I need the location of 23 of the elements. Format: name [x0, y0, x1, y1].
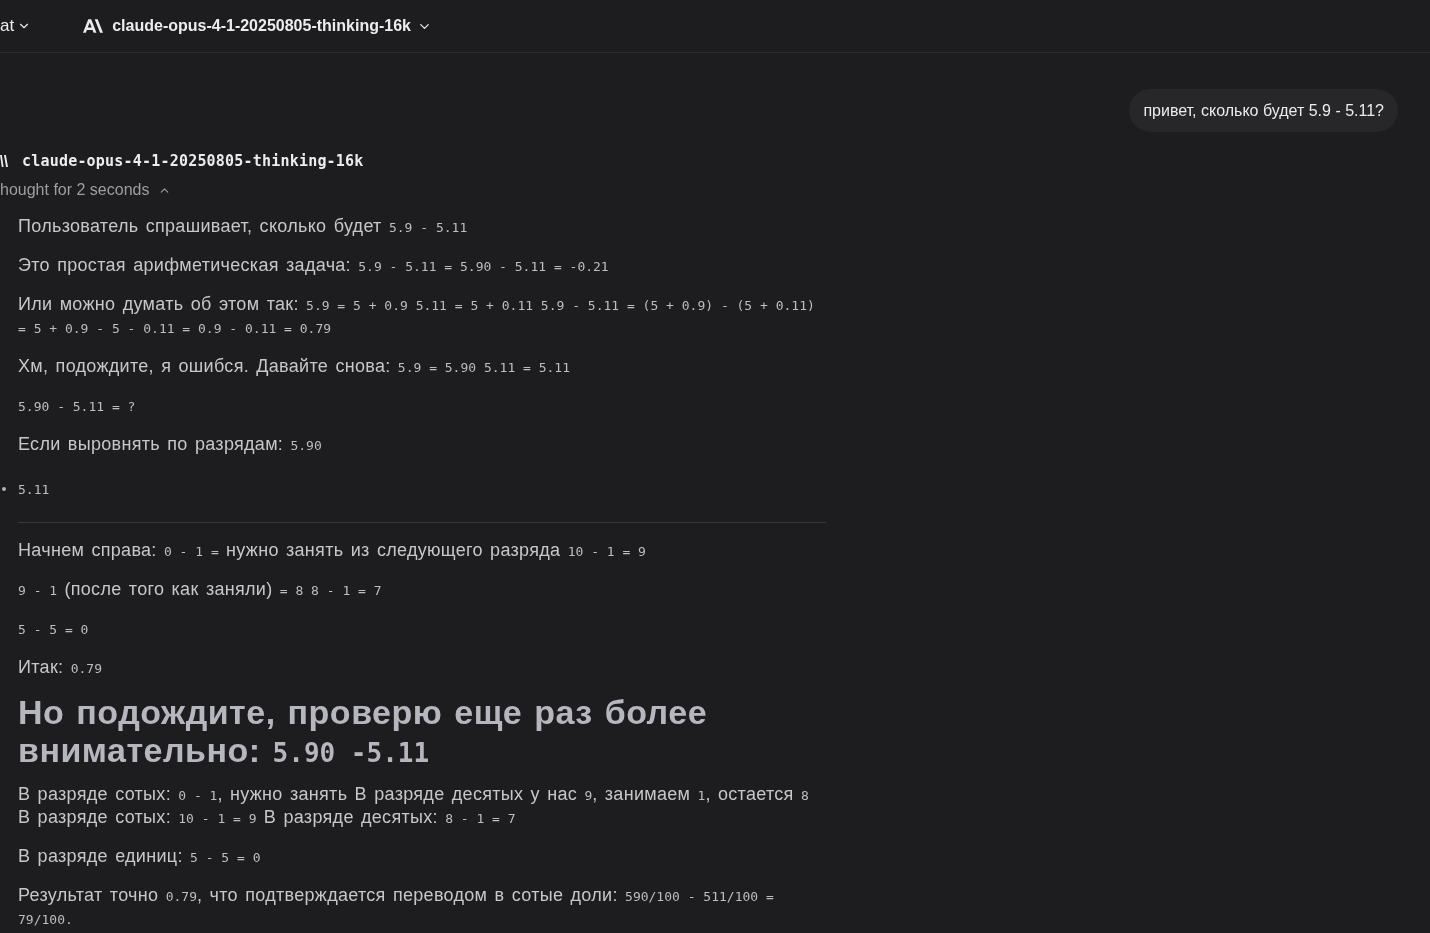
paragraph: Пользователь спрашивает, сколько будет 5.9 - 5.11	[18, 215, 469, 238]
paragraph: Или можно думать об этом так: 5.9 = 5 + 0.9 5.11 = 5 + 0.11 5.9 - 5.11 = (5 + 0.9) - (5 + 0.11) = 5 + 0.9 - 5 - 0.11 = 0.9 - 0.11 = 0.79	[18, 293, 816, 338]
model-selector[interactable]: claude-opus-4-1-20250805-thinking-16k	[83, 14, 432, 38]
model-name: claude-opus-4-1-20250805-thinking-16k	[22, 151, 364, 171]
paragraph: 5.90 - 5.11 = ?	[18, 398, 137, 416]
thinking-toggle[interactable]: hought for 2 seconds	[0, 180, 172, 200]
list-item-text: 5.11	[18, 481, 50, 499]
paragraph: Итак: 0.79	[18, 656, 103, 679]
paragraph: Результат точно 0.79, что подтверждается переводом в сотые доли: 590/100 - 511/100 = 79/100.	[18, 884, 775, 929]
paragraph: 5 - 5 = 0	[18, 621, 90, 639]
paragraph: В разряде сотых: 0 - 1, нужно занять В разряде десятых у нас 9, занимаем 1, остается 8 В разряде сотых: 10 - 1 = 9 В разряде десятых: 8 - 1 = 7	[18, 783, 810, 829]
paragraph: Если выровнять по разрядам: 5.90	[18, 433, 323, 456]
bullet-icon	[2, 486, 6, 491]
paragraph: 9 - 1 (после того как заняли) = 8 8 - 1 = 7	[18, 578, 383, 601]
paragraph: В разряде единиц: 5 - 5 = 0	[18, 845, 262, 868]
paragraph: Начнем справа: 0 - 1 = нужно занять из следующего разряда 10 - 1 = 9	[18, 539, 647, 562]
user-message: привет, сколько будет 5.9 - 5.11?	[1129, 89, 1398, 132]
paragraph: Хм, подождите, я ошибся. Давайте снова: 5.9 = 5.90 5.11 = 5.11	[18, 355, 571, 378]
paragraph: Это простая арифметическая задача: 5.9 - 5.11 = 5.90 - 5.11 = -0.21	[18, 254, 610, 277]
logo-icon	[0, 155, 8, 167]
logo-icon	[83, 19, 104, 33]
heading: Но подождите, проверю еще раз более внимательно: 5.90 -5.11	[18, 693, 709, 769]
menu-dropdown[interactable]: at	[0, 13, 32, 39]
